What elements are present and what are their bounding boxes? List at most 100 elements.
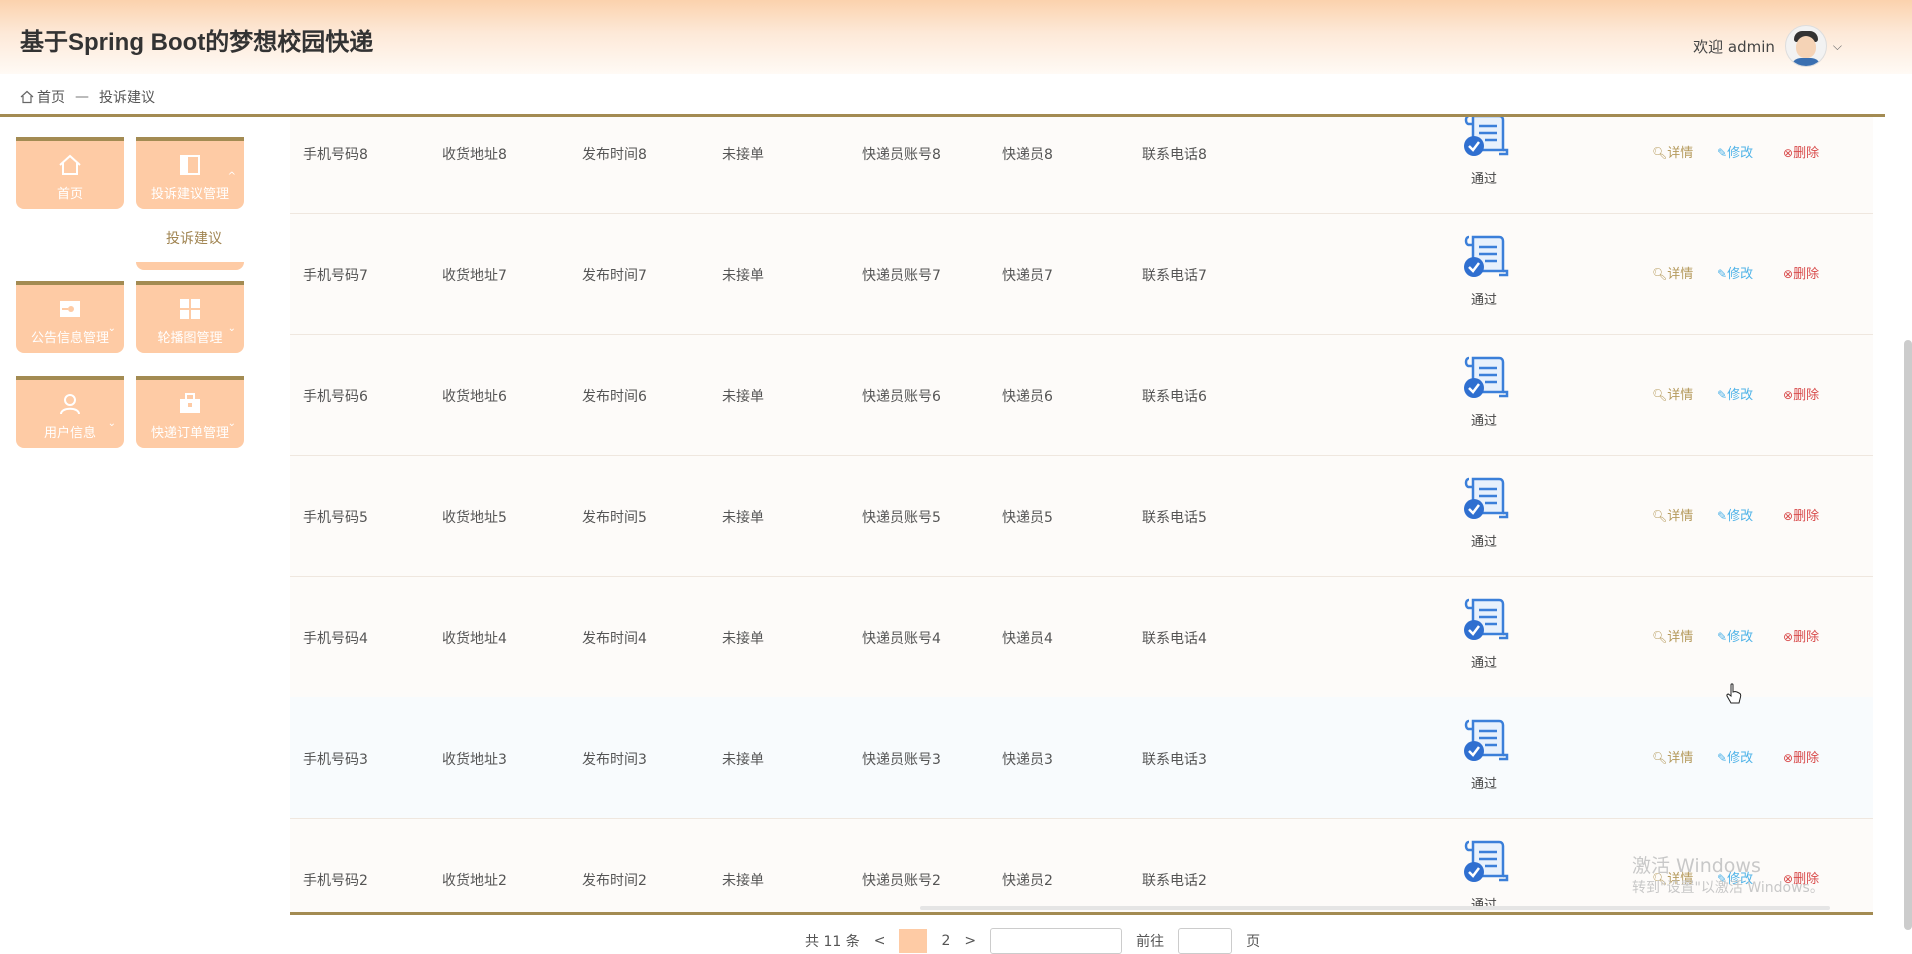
chevron-down-icon: ⌄: [107, 418, 116, 429]
cell-courier: 快递员5: [1002, 510, 1053, 526]
cell-phone: 手机号码6: [303, 389, 368, 405]
delete-label: 删除: [1793, 267, 1820, 282]
user-menu[interactable]: 欢迎 admin ⌵: [1693, 25, 1842, 67]
cell-address: 收货地址2: [442, 873, 507, 889]
edit-label: 修改: [1727, 509, 1754, 524]
cell-order-state: 未接单: [722, 752, 764, 768]
cell-courier: 快递员6: [1002, 389, 1053, 405]
chevron-down-icon: ⌄: [227, 323, 236, 334]
cell-phone: 手机号码7: [303, 268, 368, 284]
pagination: 共 11 条 < 2 > 前往 页: [805, 928, 1260, 954]
search-icon: 🔍︎: [1652, 146, 1668, 160]
prev-page-button[interactable]: <: [874, 933, 886, 949]
submenu-item-complaints[interactable]: 投诉建议: [166, 228, 222, 248]
approved-document-icon: [1464, 840, 1509, 882]
sidebar-item-notices[interactable]: 公告信息管理 ⌄: [16, 281, 124, 353]
delete-button[interactable]: ⊗删除: [1783, 384, 1819, 403]
edit-icon: ✎: [1717, 751, 1728, 765]
home-icon: [59, 154, 81, 175]
delete-label: 删除: [1793, 509, 1820, 524]
cell-address: 收货地址5: [442, 510, 507, 526]
cell-courier: 快递员8: [1002, 147, 1053, 163]
edit-label: 修改: [1727, 267, 1754, 282]
sidebar-item-users[interactable]: 用户信息 ⌄: [16, 376, 124, 448]
notice-icon: [60, 301, 80, 317]
detail-button[interactable]: 🔍︎详情: [1652, 747, 1693, 766]
edit-button[interactable]: ✎修改: [1717, 747, 1753, 766]
cell-phone: 手机号码3: [303, 752, 368, 768]
edit-button[interactable]: ✎修改: [1717, 384, 1753, 403]
edit-button[interactable]: ✎修改: [1717, 626, 1753, 645]
page-2-button[interactable]: 2: [941, 933, 950, 949]
edit-icon: ✎: [1717, 509, 1728, 523]
cell-publish-time: 发布时间6: [582, 389, 647, 405]
sidebar-item-label: 首页: [56, 187, 83, 202]
cell-order-state: 未接单: [722, 147, 764, 163]
delete-label: 删除: [1793, 388, 1820, 403]
avatar[interactable]: [1784, 25, 1827, 67]
status-cell: 通过: [1459, 233, 1509, 308]
cell-courier-account: 快递员账号7: [862, 268, 941, 284]
vertical-scrollbar[interactable]: [1904, 340, 1912, 930]
edit-label: 修改: [1727, 630, 1754, 645]
table-row: 手机号码3 收货地址3 发布时间3 未接单 快递员账号3 快递员3 联系电话3 通过 🔍︎详情 ✎…: [290, 697, 1873, 819]
edit-label: 修改: [1727, 751, 1754, 766]
detail-button[interactable]: 🔍︎详情: [1652, 626, 1693, 645]
status-cell: 通过: [1459, 596, 1509, 671]
edit-icon: ✎: [1717, 146, 1728, 160]
cell-publish-time: 发布时间4: [582, 631, 647, 647]
detail-button[interactable]: 🔍︎详情: [1652, 505, 1693, 524]
delete-button[interactable]: ⊗删除: [1783, 626, 1819, 645]
status-cell: 通过: [1459, 475, 1509, 550]
cell-publish-time: 发布时间8: [582, 147, 647, 163]
cell-publish-time: 发布时间5: [582, 510, 647, 526]
page-1-button[interactable]: [899, 929, 928, 953]
detail-button[interactable]: 🔍︎详情: [1652, 142, 1693, 161]
sidebar-item-home[interactable]: 首页: [16, 137, 124, 209]
cell-publish-time: 发布时间7: [582, 268, 647, 284]
detail-label: 详情: [1667, 751, 1694, 766]
table-row: 手机号码8 收货地址8 发布时间8 未接单 快递员账号8 快递员8 联系电话8 通过 🔍︎详情 ✎…: [290, 117, 1873, 214]
sidebar-item-orders[interactable]: 快递订单管理 ⌄: [136, 376, 244, 448]
approved-document-icon: [1464, 598, 1509, 640]
horizontal-scrollbar[interactable]: [920, 906, 1830, 910]
chevron-down-icon[interactable]: ⌵: [1833, 39, 1842, 54]
detail-label: 详情: [1667, 509, 1694, 524]
delete-button[interactable]: ⊗删除: [1783, 263, 1819, 282]
breadcrumb: 首页 — 投诉建议: [20, 87, 155, 107]
delete-button[interactable]: ⊗删除: [1783, 505, 1819, 524]
cell-order-state: 未接单: [722, 389, 764, 405]
detail-button[interactable]: 🔍︎详情: [1652, 263, 1693, 282]
briefcase-icon: [180, 393, 200, 413]
edit-button[interactable]: ✎修改: [1717, 505, 1753, 524]
cell-courier-account: 快递员账号8: [862, 147, 941, 163]
cell-courier-account: 快递员账号5: [862, 510, 941, 526]
status-label: 通过: [1470, 414, 1497, 429]
close-circle-icon: ⊗: [1783, 630, 1794, 644]
detail-button[interactable]: 🔍︎详情: [1652, 384, 1693, 403]
edit-button[interactable]: ✎修改: [1717, 263, 1753, 282]
status-label: 通过: [1470, 535, 1497, 550]
delete-button[interactable]: ⊗删除: [1783, 747, 1819, 766]
edit-button[interactable]: ✎修改: [1717, 142, 1753, 161]
cell-courier-account: 快递员账号3: [862, 752, 941, 768]
delete-label: 删除: [1793, 751, 1820, 766]
sidebar-item-complaints[interactable]: 投诉建议管理 ^: [136, 137, 244, 209]
close-circle-icon: ⊗: [1783, 267, 1794, 281]
page-size-select[interactable]: [990, 928, 1123, 954]
sidebar-item-carousel[interactable]: 轮播图管理 ⌄: [136, 281, 244, 353]
cell-publish-time: 发布时间2: [582, 873, 647, 889]
hand-cursor-icon: [1726, 683, 1742, 704]
goto-input[interactable]: [1178, 928, 1233, 954]
delete-button[interactable]: ⊗删除: [1783, 142, 1819, 161]
close-circle-icon: ⊗: [1783, 388, 1794, 402]
edit-icon: ✎: [1717, 388, 1728, 402]
welcome-text: 欢迎 admin: [1693, 37, 1775, 56]
cell-publish-time: 发布时间3: [582, 752, 647, 768]
detail-label: 详情: [1667, 267, 1694, 282]
cell-contact: 联系电话2: [1142, 873, 1207, 889]
breadcrumb-home[interactable]: 首页: [37, 87, 65, 107]
approved-document-icon: [1464, 719, 1509, 761]
edit-icon: ✎: [1717, 630, 1728, 644]
next-page-button[interactable]: >: [964, 933, 976, 949]
